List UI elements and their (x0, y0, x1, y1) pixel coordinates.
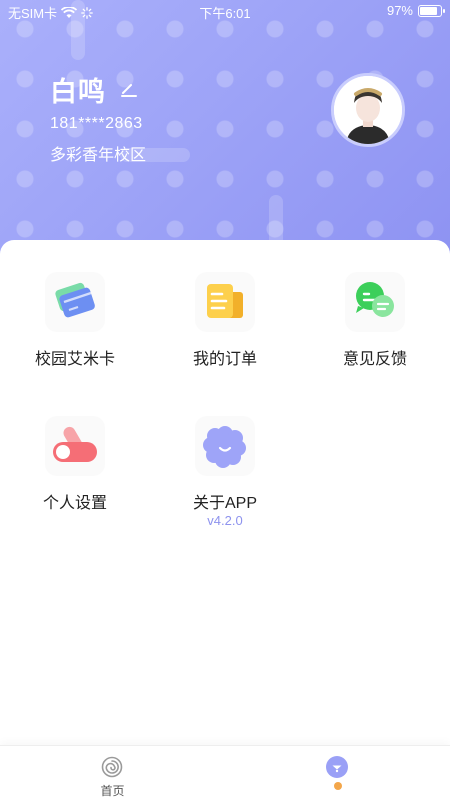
menu-card: 校园艾米卡 我的订单 意见反馈 个人设置 关于APP v4.2.0 (0, 240, 450, 750)
edit-icon[interactable] (120, 80, 138, 98)
menu-label: 关于APP (192, 495, 258, 512)
battery-icon (418, 4, 445, 17)
battery-percent: 97% (386, 3, 413, 18)
menu-item-about-app[interactable]: 关于APP v4.2.0 (150, 416, 300, 546)
menu-item-personal-settings[interactable]: 个人设置 (0, 416, 150, 546)
user-school: 多彩香年校区 (50, 147, 147, 164)
profile-tab-icon (326, 756, 348, 778)
order-icon (195, 272, 255, 332)
menu-label: 我的订单 (192, 351, 257, 368)
tab-home[interactable]: 首页 (0, 746, 225, 801)
notification-dot (334, 782, 342, 790)
menu-item-feedback[interactable]: 意见反馈 (300, 272, 450, 402)
status-bar: 无SIM卡 下午6:01 97% (0, 0, 450, 22)
status-time: 下午6:01 (199, 6, 251, 21)
toggle-settings-icon (45, 416, 105, 476)
about-app-icon (195, 416, 255, 476)
card-icon (45, 272, 105, 332)
menu-item-campus-card[interactable]: 校园艾米卡 (0, 272, 150, 402)
user-phone: 181****2863 (50, 115, 143, 132)
user-name: 白鸣 (50, 77, 106, 107)
profile-header: 无SIM卡 下午6:01 97% 白鸣 181****2863 多彩香年校区 (0, 0, 450, 275)
menu-label: 个人设置 (42, 495, 107, 512)
tab-profile[interactable] (225, 746, 450, 801)
app-version: v4.2.0 (207, 513, 243, 528)
home-swirl-icon (101, 756, 123, 778)
avatar[interactable] (331, 73, 405, 147)
tab-home-label: 首页 (100, 784, 125, 798)
tab-bar: 首页 (0, 745, 450, 801)
menu-item-my-orders[interactable]: 我的订单 (150, 272, 300, 402)
feedback-icon (345, 272, 405, 332)
avatar-portrait-icon (334, 76, 402, 144)
menu-label: 意见反馈 (342, 351, 407, 368)
menu-label: 校园艾米卡 (34, 351, 115, 368)
